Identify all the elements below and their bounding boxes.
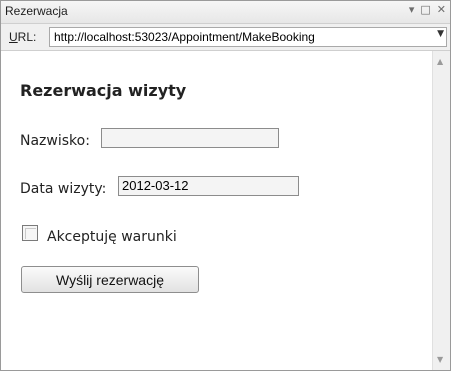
page-title: Rezerwacja wizyty	[20, 81, 187, 100]
vertical-scrollbar[interactable]: ▲ ▼	[432, 51, 450, 370]
scroll-down-icon[interactable]: ▼	[437, 355, 443, 364]
url-label: URL:	[9, 30, 36, 44]
window-controls: ▾ □ ✕	[409, 3, 446, 16]
close-icon[interactable]: ✕	[437, 3, 446, 16]
scroll-up-icon[interactable]: ▲	[437, 57, 443, 66]
submit-booking-button[interactable]: Wyślij rezerwację	[21, 266, 199, 293]
name-input[interactable]	[101, 128, 279, 148]
url-label-rest: RL:	[17, 30, 37, 44]
title-bar: Rezerwacja ▾ □ ✕	[1, 1, 450, 24]
url-label-accesskey: U	[9, 30, 18, 44]
address-bar: URL: http://localhost:53023/Appointment/…	[1, 24, 450, 51]
dropdown-arrow-icon[interactable]: ▾	[409, 3, 415, 16]
date-input-value: 2012-03-12	[122, 178, 189, 193]
url-input[interactable]: http://localhost:53023/Appointment/MakeB…	[49, 27, 447, 47]
url-dropdown-icon[interactable]: ▼	[437, 29, 444, 39]
name-label: Nazwisko:	[20, 133, 90, 149]
url-text: http://localhost:53023/Appointment/MakeB…	[54, 30, 315, 44]
page-content: Rezerwacja wizyty Nazwisko: Data wizyty:…	[1, 51, 433, 370]
terms-checkbox[interactable]	[22, 225, 38, 241]
browser-window: Rezerwacja ▾ □ ✕ URL: http://localhost:5…	[0, 0, 451, 371]
window-title: Rezerwacja	[5, 4, 68, 18]
date-input[interactable]: 2012-03-12	[118, 176, 299, 196]
date-label: Data wizyty:	[20, 181, 107, 197]
terms-label: Akceptuję warunki	[47, 229, 177, 245]
maximize-icon[interactable]: □	[420, 3, 430, 16]
